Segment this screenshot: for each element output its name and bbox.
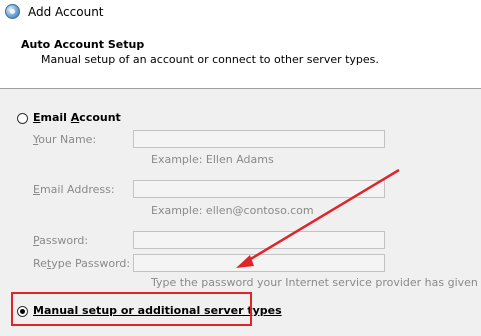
- arrow-head: [236, 255, 254, 268]
- arrow-shaft: [243, 168, 400, 265]
- annotation-arrow: [236, 168, 400, 268]
